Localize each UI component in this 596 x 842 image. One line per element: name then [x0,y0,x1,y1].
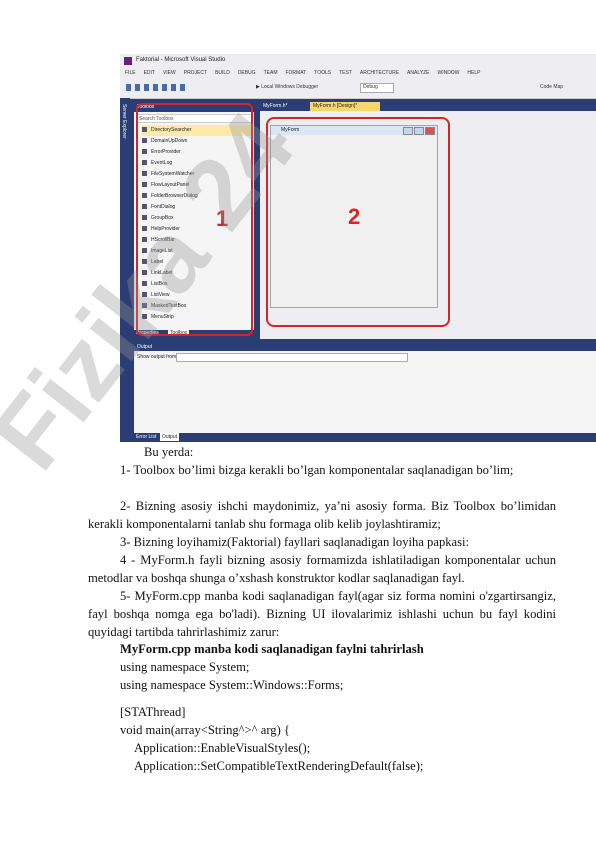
label-1: 1 [216,206,229,231]
code-map-button[interactable]: Code Map [540,84,563,90]
menu-analyze[interactable]: ANALYZE [407,70,429,76]
paragraph-2: 2- Bizning asosiy ishchi maydonimiz, ya’… [88,499,556,531]
menu-format[interactable]: FORMAT [285,70,306,76]
section-heading: MyForm.cpp manba kodi saqlanadigan fayln… [120,642,424,656]
code-line: [STAThread] [120,705,186,719]
output-source-select[interactable] [176,353,408,362]
menu-test[interactable]: TEST [339,70,352,76]
menu-project[interactable]: PROJECT [184,70,207,76]
tab-myform-design[interactable]: MyForm.h [Design]* [310,102,380,111]
highlight-box-1 [136,103,253,336]
output-panel: Output Show output from: Error List Outp… [134,343,596,442]
document-tabs: MyForm.h* MyForm.h [Design]* [260,102,596,111]
output-header: Output [134,343,596,351]
tab-error-list[interactable]: Error List [136,434,156,440]
output-tabs: Error List Output [134,433,596,442]
code-line: void main(array<String^>^ arg) { [120,723,290,737]
paragraph-5: 5- MyForm.cpp manba kodi saqlanadigan fa… [88,589,557,639]
toolbar-icons[interactable] [126,84,186,91]
menu-help[interactable]: HELP [467,70,480,76]
title-bar: Faktorial - Microsoft Visual Studio [120,54,596,68]
menu-edit[interactable]: EDIT [144,70,155,76]
output-source-row: Show output from: [134,352,596,362]
paragraph-3: 3- Bizning loyihamiz(Faktorial) fayllari… [120,535,470,549]
tab-output[interactable]: Output [160,433,180,441]
code-line: Application::EnableVisualStyles(); [134,741,311,755]
menu-bar: FILE EDIT VIEW PROJECT BUILD DEBUG TEAM … [120,68,596,78]
visual-studio-screenshot: Faktorial - Microsoft Visual Studio FILE… [120,54,596,442]
menu-debug[interactable]: DEBUG [238,70,256,76]
start-debugger-button[interactable]: ▶ Local Windows Debugger [256,84,318,90]
vs-logo-icon [124,57,132,65]
menu-tools[interactable]: TOOLS [314,70,331,76]
config-select[interactable]: Debug [360,83,394,93]
menu-view[interactable]: VIEW [163,70,176,76]
tab-myform-h[interactable]: MyForm.h* [260,102,304,111]
menu-team[interactable]: TEAM [264,70,278,76]
toolbar: ▶ Local Windows Debugger Debug Code Map [120,78,596,99]
menu-build[interactable]: BUILD [215,70,230,76]
server-explorer-strip[interactable]: Server Explorer [120,98,130,442]
code-line: using namespace System; [120,660,250,674]
caption: Bu yerda: [144,445,194,459]
menu-window[interactable]: WINDOW [437,70,459,76]
code-line: using namespace System::Windows::Forms; [120,678,344,692]
menu-file[interactable]: FILE [125,70,136,76]
menu-architecture[interactable]: ARCHITECTURE [360,70,399,76]
window-title: Faktorial - Microsoft Visual Studio [136,57,226,63]
label-2: 2 [348,204,361,229]
paragraph-4: 4 - MyForm.h fayli bizning asosiy formam… [88,553,556,585]
code-line: Application::SetCompatibleTextRenderingD… [134,759,424,773]
paragraph-1: 1- Toolbox bo’limi bizga kerakli bo’lgan… [120,463,514,477]
